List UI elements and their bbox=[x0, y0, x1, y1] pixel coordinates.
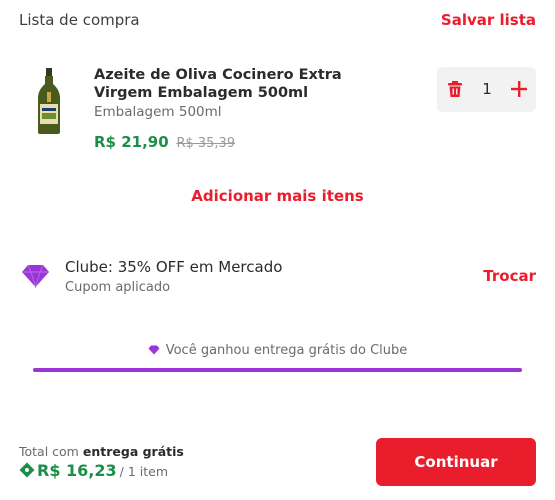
trash-icon[interactable] bbox=[446, 80, 464, 98]
plus-icon[interactable] bbox=[509, 79, 529, 99]
quantity-stepper: 1 bbox=[437, 67, 536, 112]
club-subtitle: Cupom aplicado bbox=[65, 280, 171, 295]
product-name: Azeite de Oliva Cocinero Extra Virgem Em… bbox=[94, 67, 342, 101]
save-list-button[interactable]: Salvar lista bbox=[441, 11, 536, 29]
total-free-delivery: entrega grátis bbox=[82, 444, 184, 459]
product-description: Embalagem 500ml bbox=[94, 104, 222, 120]
free-delivery-message: Você ganhou entrega grátis do Clube bbox=[0, 343, 555, 358]
quantity-value: 1 bbox=[482, 80, 492, 98]
tag-icon bbox=[19, 462, 35, 478]
page-title: Lista de compra bbox=[19, 11, 140, 29]
add-more-items-button[interactable]: Adicionar mais itens bbox=[0, 187, 555, 205]
gem-icon bbox=[148, 345, 160, 355]
total-row: R$ 16,23/ 1 item bbox=[19, 461, 168, 480]
continue-button[interactable]: Continuar bbox=[376, 438, 536, 486]
total-price: R$ 16,23 bbox=[37, 461, 117, 480]
free-delivery-progress bbox=[33, 368, 522, 372]
progress-fill bbox=[33, 368, 522, 372]
total-label: Total com entrega grátis bbox=[19, 444, 184, 459]
original-price: R$ 35,39 bbox=[176, 136, 236, 151]
free-delivery-text: Você ganhou entrega grátis do Clube bbox=[165, 343, 408, 358]
total-prefix: Total com bbox=[19, 444, 79, 459]
club-title: Clube: 35% OFF em Mercado bbox=[65, 258, 283, 276]
current-price: R$ 21,90 bbox=[94, 133, 169, 151]
swap-coupon-button[interactable]: Trocar bbox=[483, 267, 536, 285]
product-image bbox=[38, 68, 60, 134]
item-count: / 1 item bbox=[119, 464, 168, 479]
price-row: R$ 21,90 R$ 35,39 bbox=[94, 133, 235, 151]
gem-icon bbox=[22, 264, 49, 288]
